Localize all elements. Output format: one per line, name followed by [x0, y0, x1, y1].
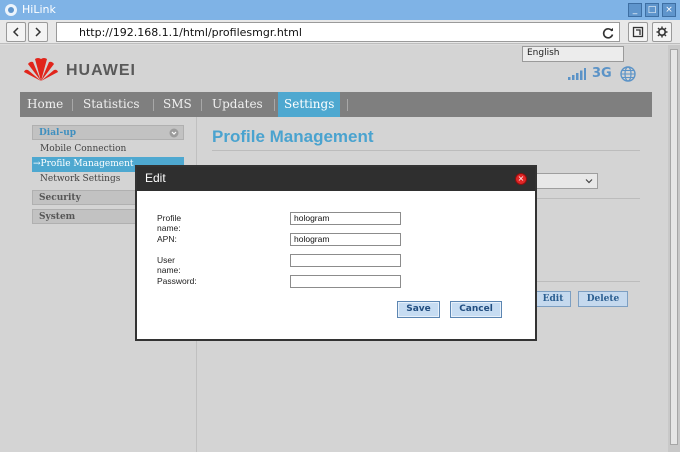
password-input[interactable] [290, 275, 401, 288]
maximize-button[interactable]: □ [645, 3, 659, 17]
nav-settings[interactable]: Settings [278, 92, 341, 117]
edit-button[interactable]: Edit [535, 291, 571, 307]
scrollbar-thumb[interactable] [670, 49, 678, 445]
dialog-header: Edit × [137, 167, 535, 191]
back-button[interactable] [6, 22, 26, 42]
url-text: http://192.168.1.1/html/profilesmgr.html [79, 26, 302, 39]
window-title-bar: HiLink _ □ × [0, 0, 680, 20]
page-scrollbar[interactable] [668, 45, 680, 452]
nav-separator [153, 99, 154, 111]
close-window-button[interactable]: × [662, 3, 676, 17]
save-button[interactable]: Save [397, 301, 440, 318]
delete-button[interactable]: Delete [578, 291, 628, 307]
sidebar-section-label: Dial-up [39, 128, 77, 138]
forward-button[interactable] [28, 22, 48, 42]
language-select[interactable]: English [522, 46, 624, 62]
app-icon [5, 4, 17, 16]
nav-separator [201, 99, 202, 111]
edit-profile-dialog: Edit × Profile name: hologram APN: holog… [135, 165, 537, 341]
title-divider [212, 150, 640, 151]
nav-separator [274, 99, 275, 111]
url-bar[interactable]: http://192.168.1.1/html/profilesmgr.html [56, 22, 620, 42]
bookmark-button[interactable] [628, 22, 648, 42]
globe-icon [620, 66, 636, 82]
chevron-down-icon [585, 179, 593, 184]
chevron-right-icon [35, 27, 42, 37]
collapse-icon[interactable] [169, 128, 179, 138]
nav-sms[interactable]: SMS [163, 92, 192, 117]
dialog-title: Edit [145, 171, 166, 185]
user-name-input[interactable] [290, 254, 401, 267]
profile-name-label: Profile name: [157, 213, 182, 233]
settings-button[interactable] [652, 22, 672, 42]
profile-name-input[interactable]: hologram [290, 212, 401, 225]
nav-separator [72, 99, 73, 111]
gear-icon [656, 26, 668, 38]
nav-home[interactable]: Home [27, 92, 63, 117]
window-title: HiLink [22, 3, 56, 16]
profile-select[interactable] [530, 173, 598, 189]
cancel-button[interactable]: Cancel [450, 301, 502, 318]
chevron-left-icon [12, 27, 19, 37]
apn-label: APN: [157, 234, 177, 244]
dialog-close-button[interactable]: × [515, 173, 527, 185]
nav-updates[interactable]: Updates [212, 92, 263, 117]
sidebar-item-mobile-connection[interactable]: Mobile Connection [32, 142, 184, 157]
page-title: Profile Management [212, 127, 374, 146]
user-name-label: User name: [157, 255, 181, 275]
apn-input[interactable]: hologram [290, 233, 401, 246]
nav-statistics[interactable]: Statistics [83, 92, 140, 117]
network-type: 3G [592, 66, 612, 81]
browser-toolbar: http://192.168.1.1/html/profilesmgr.html [0, 20, 680, 44]
sidebar-section-dialup[interactable]: Dial-up [32, 125, 184, 140]
huawei-logo-icon [24, 58, 58, 81]
nav-separator [347, 99, 348, 111]
brand-name: HUAWEI [66, 62, 136, 79]
password-label: Password: [157, 276, 197, 286]
minimize-button[interactable]: _ [628, 3, 642, 17]
main-nav: Home Statistics SMS Updates Settings [20, 92, 652, 117]
bookmark-icon [632, 26, 644, 38]
signal-bars-icon [568, 68, 586, 80]
reload-icon[interactable] [601, 26, 615, 40]
